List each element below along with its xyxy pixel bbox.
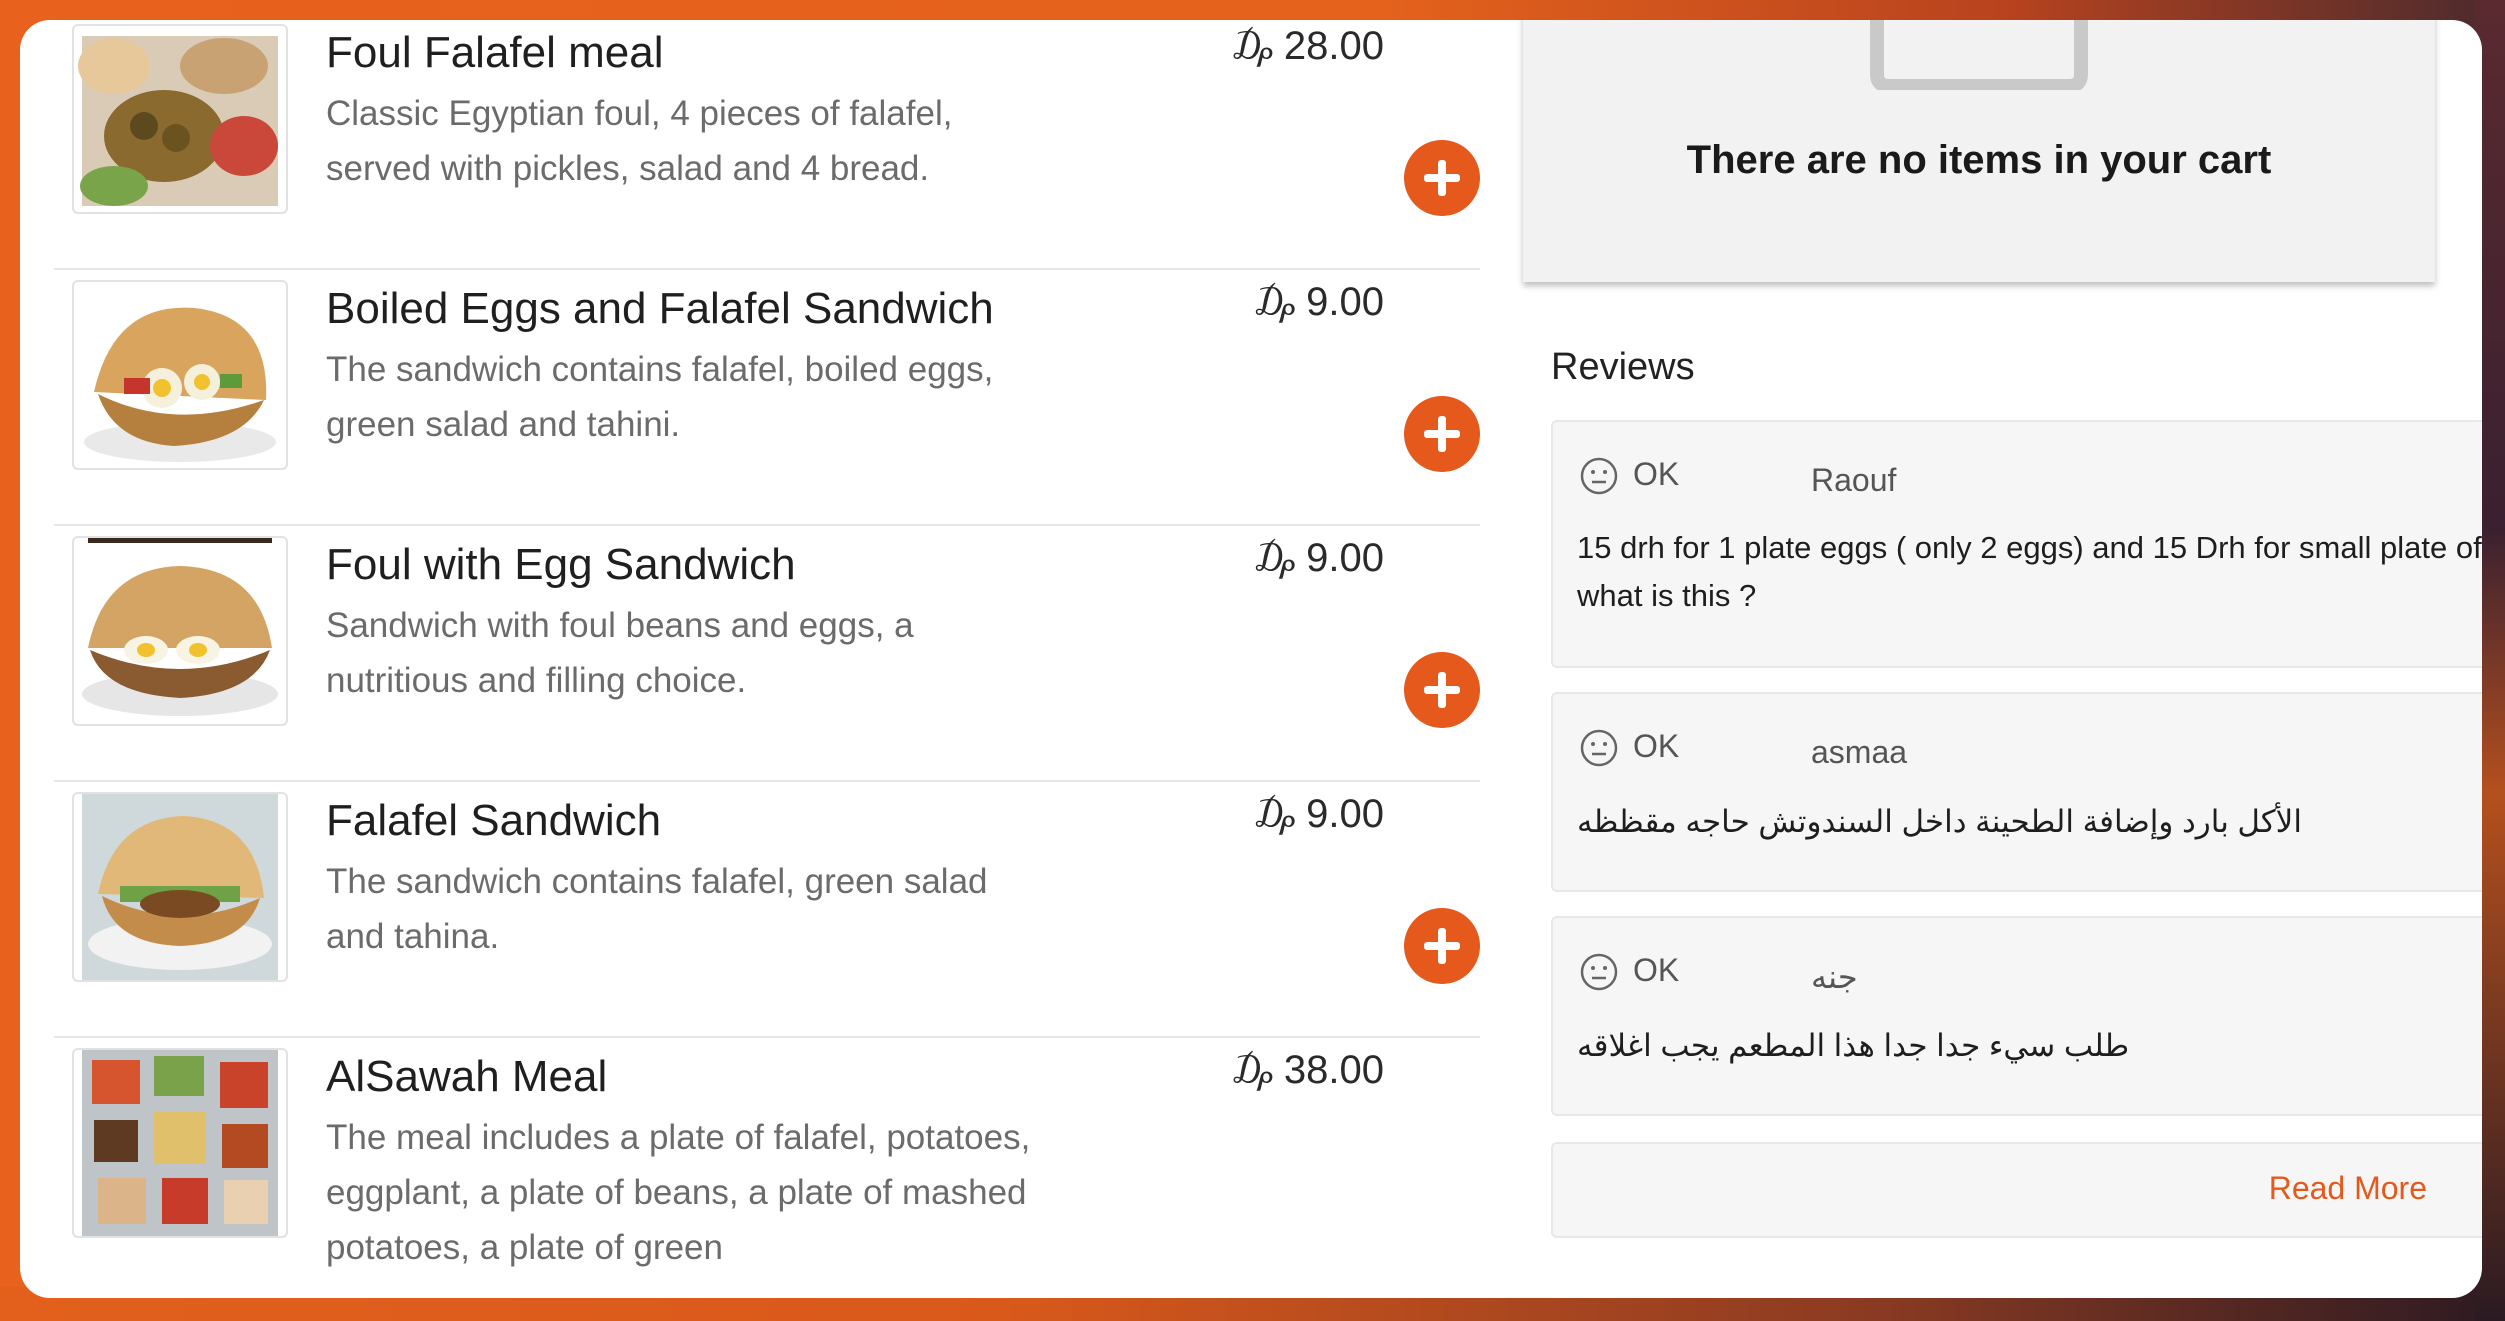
dish-image <box>72 536 288 726</box>
review-text: طلب سيء جدا جدا هذا المطعم يجب اغلاقه <box>1577 1028 2130 1063</box>
review-author: جنه <box>1811 959 1858 995</box>
review-rating: OK <box>1633 456 1680 492</box>
item-price: ₯ 9.00 <box>1255 536 1384 580</box>
menu-item[interactable]: Boiled Eggs and Falafel Sandwich The san… <box>54 268 1480 526</box>
add-to-cart-button[interactable] <box>1404 140 1480 216</box>
item-price: ₯ 38.00 <box>1232 1048 1384 1092</box>
item-price: ₯ 9.00 <box>1255 280 1384 324</box>
plus-icon <box>1424 928 1460 964</box>
menu-item[interactable]: Falafel Sandwich The sandwich contains f… <box>54 780 1480 1038</box>
dish-image <box>72 24 288 214</box>
menu-item[interactable]: Foul Falafel meal Classic Egyptian foul,… <box>54 20 1480 270</box>
review-author: Raouf <box>1811 462 1897 498</box>
menu-item[interactable]: AlSawah Meal The meal includes a plate o… <box>54 1036 1480 1292</box>
item-name: Boiled Eggs and Falafel Sandwich <box>326 284 994 333</box>
main-panel: Foul Falafel meal Classic Egyptian foul,… <box>20 20 2482 1298</box>
plus-icon <box>1424 672 1460 708</box>
review-card: OK جنه طلب سيء جدا جدا هذا المطعم يجب اغ… <box>1551 916 2482 1116</box>
dish-image <box>72 280 288 470</box>
item-name: Falafel Sandwich <box>326 796 662 845</box>
bag-icon <box>1870 20 2088 90</box>
item-description: The sandwich contains falafel, boiled eg… <box>326 350 994 444</box>
add-to-cart-button[interactable] <box>1404 908 1480 984</box>
review-text: الأكل بارد وإضافة الطحينة داخل السندوتش … <box>1577 804 2302 839</box>
read-more-label: Read More <box>2268 1170 2427 1206</box>
dish-image <box>72 1048 288 1238</box>
plus-icon <box>1424 416 1460 452</box>
item-name: Foul Falafel meal <box>326 28 664 77</box>
item-description: The sandwich contains falafel, green sal… <box>326 862 988 956</box>
cart-empty-message: There are no items in your cart <box>1686 138 2272 182</box>
item-name: Foul with Egg Sandwich <box>326 540 796 589</box>
plus-icon <box>1424 160 1460 196</box>
item-price: ₯ 9.00 <box>1255 792 1384 836</box>
reviews-title: Reviews <box>1551 346 1695 388</box>
dish-image <box>72 792 288 982</box>
add-to-cart-button[interactable] <box>1404 396 1480 472</box>
neutral-face-icon <box>1580 953 1618 991</box>
review-rating: OK <box>1633 952 1680 988</box>
review-rating: OK <box>1633 728 1680 764</box>
item-price: ₯ 28.00 <box>1232 24 1384 68</box>
review-card: OK Raouf 15 drh for 1 plate eggs ( only … <box>1551 420 2482 668</box>
item-description: The meal includes a plate of falafel, po… <box>326 1118 1031 1267</box>
item-name: AlSawah Meal <box>326 1052 608 1101</box>
neutral-face-icon <box>1580 457 1618 495</box>
menu-list: Foul Falafel meal Classic Egyptian foul,… <box>54 20 1480 1298</box>
review-card: OK asmaa الأكل بارد وإضافة الطحينة داخل … <box>1551 692 2482 892</box>
read-more-button[interactable]: Read More <box>1551 1142 2482 1238</box>
review-author: asmaa <box>1811 734 1908 770</box>
add-to-cart-button[interactable] <box>1404 652 1480 728</box>
cart-panel: There are no items in your cart <box>1523 20 2435 282</box>
review-text: 15 drh for 1 plate eggs ( only 2 eggs) a… <box>1577 530 2482 613</box>
neutral-face-icon <box>1580 729 1618 767</box>
item-description: Sandwich with foul beans and eggs, a nut… <box>326 606 914 700</box>
menu-item[interactable]: Foul with Egg Sandwich Sandwich with fou… <box>54 524 1480 782</box>
item-description: Classic Egyptian foul, 4 pieces of falaf… <box>326 94 953 188</box>
